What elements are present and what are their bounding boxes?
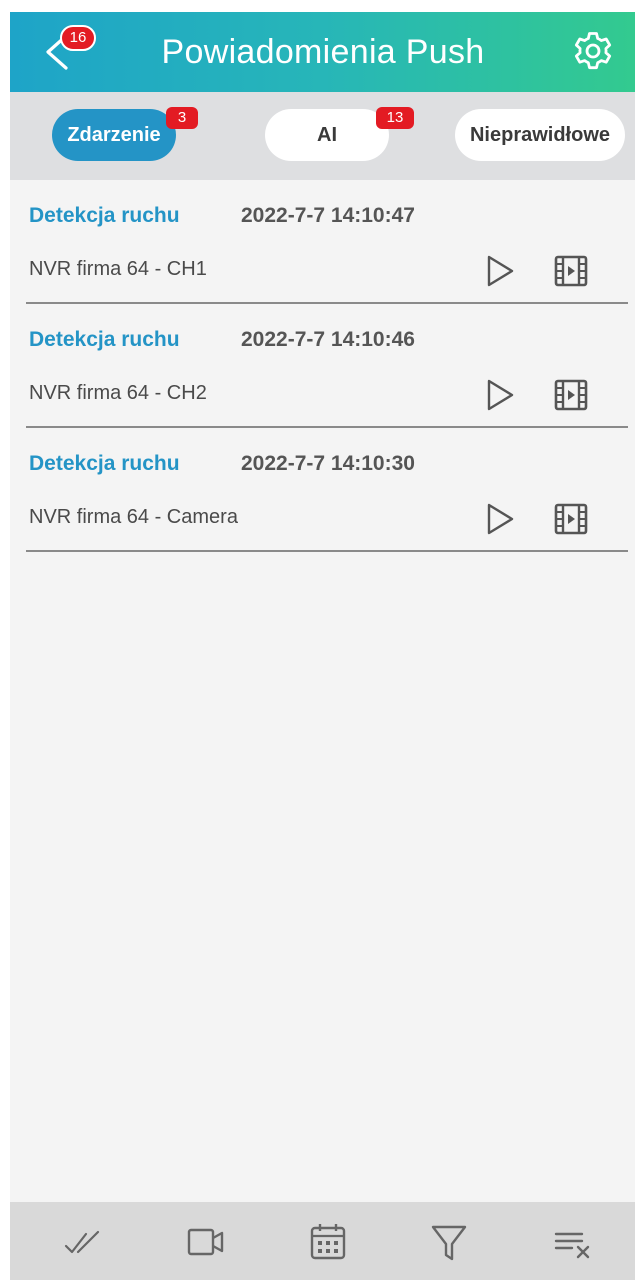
play-icon[interactable] (484, 254, 516, 288)
event-type: Detekcja ruchu (29, 204, 180, 227)
tab-ai[interactable]: AI (265, 109, 389, 161)
tab-ai-badge: 13 (376, 107, 414, 129)
list-item[interactable]: Detekcja ruchu 2022-7-7 14:10:30 NVR fir… (10, 428, 635, 552)
clear-list-button[interactable] (550, 1220, 594, 1264)
video-clip-icon[interactable] (553, 254, 589, 288)
tab-events[interactable]: Zdarzenie (52, 109, 176, 161)
clear-list-icon (554, 1232, 590, 1259)
divider (26, 550, 628, 552)
play-icon[interactable] (484, 378, 516, 412)
list-item[interactable]: Detekcja ruchu 2022-7-7 14:10:46 NVR fir… (10, 304, 635, 428)
play-icon[interactable] (484, 502, 516, 536)
category-tabs: Zdarzenie 3 AI 13 Nieprawidłowe (10, 92, 635, 180)
tab-events-badge: 3 (166, 107, 198, 129)
video-camera-icon (187, 1228, 224, 1256)
event-source: NVR firma 64 - Camera (29, 506, 238, 528)
notification-list: Detekcja ruchu 2022-7-7 14:10:47 NVR fir… (10, 180, 635, 552)
event-time: 2022-7-7 14:10:47 (241, 204, 415, 227)
video-clip-icon[interactable] (553, 378, 589, 412)
calendar-button[interactable] (306, 1220, 350, 1264)
list-item[interactable]: Detekcja ruchu 2022-7-7 14:10:47 NVR fir… (10, 180, 635, 304)
video-clip-icon[interactable] (553, 502, 589, 536)
tab-invalid[interactable]: Nieprawidłowe (455, 109, 625, 161)
bottom-toolbar (10, 1202, 635, 1280)
gear-icon (574, 32, 612, 70)
video-camera-button[interactable] (184, 1220, 228, 1264)
settings-button[interactable] (572, 30, 614, 72)
mark-all-read-icon (64, 1230, 100, 1254)
app-screen: 16 Powiadomienia Push Zdarzenie 3 AI 13 … (10, 12, 635, 1280)
event-type: Detekcja ruchu (29, 452, 180, 475)
header-bar: 16 Powiadomienia Push (10, 12, 635, 92)
filter-icon (431, 1225, 467, 1261)
mark-all-read-button[interactable] (60, 1220, 104, 1264)
filter-button[interactable] (427, 1220, 471, 1264)
page-title: Powiadomienia Push (161, 33, 485, 71)
event-source: NVR firma 64 - CH2 (29, 382, 207, 404)
calendar-icon (310, 1224, 346, 1260)
event-time: 2022-7-7 14:10:46 (241, 328, 415, 351)
event-time: 2022-7-7 14:10:30 (241, 452, 415, 475)
event-type: Detekcja ruchu (29, 328, 180, 351)
event-source: NVR firma 64 - CH1 (29, 258, 207, 280)
